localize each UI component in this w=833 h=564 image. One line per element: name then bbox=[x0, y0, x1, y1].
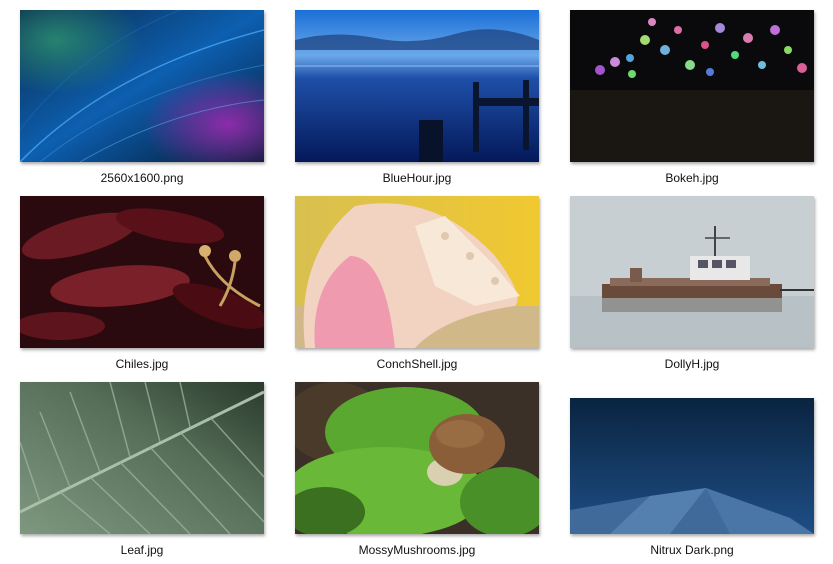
wallpaper-thumbnail[interactable] bbox=[20, 10, 264, 162]
wallpaper-item-bokeh[interactable]: Bokeh.jpg bbox=[570, 10, 814, 185]
wallpaper-filename: Chiles.jpg bbox=[115, 357, 169, 371]
wallpaper-thumbnail[interactable] bbox=[20, 382, 264, 534]
wallpaper-filename: MossyMushrooms.jpg bbox=[358, 543, 476, 557]
wallpaper-item-2560x1600[interactable]: 2560x1600.png bbox=[20, 10, 264, 185]
wallpaper-filename: Bokeh.jpg bbox=[665, 171, 719, 185]
wallpaper-thumbnail[interactable] bbox=[20, 196, 264, 348]
wallpaper-item-dollyh[interactable]: DollyH.jpg bbox=[570, 196, 814, 371]
wallpaper-thumbnail[interactable] bbox=[570, 196, 814, 348]
wallpaper-item-mossymushrooms[interactable]: MossyMushrooms.jpg bbox=[295, 382, 539, 557]
wallpaper-item-nitrux-dark[interactable]: Nitrux Dark.png bbox=[570, 398, 814, 557]
wallpaper-item-bluehour[interactable]: BlueHour.jpg bbox=[295, 10, 539, 185]
wallpaper-filename: 2560x1600.png bbox=[100, 171, 184, 185]
wallpaper-thumbnail[interactable] bbox=[295, 382, 539, 534]
wallpaper-item-chiles[interactable]: Chiles.jpg bbox=[20, 196, 264, 371]
wallpaper-filename: Leaf.jpg bbox=[120, 543, 164, 557]
wallpaper-thumbnail[interactable] bbox=[570, 398, 814, 534]
wallpaper-filename: Nitrux Dark.png bbox=[650, 543, 734, 557]
wallpaper-item-conchshell[interactable]: ConchShell.jpg bbox=[295, 196, 539, 371]
wallpaper-thumbnail[interactable] bbox=[570, 10, 814, 162]
wallpaper-thumbnail[interactable] bbox=[295, 196, 539, 348]
wallpaper-item-leaf[interactable]: Leaf.jpg bbox=[20, 382, 264, 557]
wallpaper-thumbnail[interactable] bbox=[295, 10, 539, 162]
wallpaper-filename: BlueHour.jpg bbox=[382, 171, 452, 185]
wallpaper-filename: ConchShell.jpg bbox=[376, 357, 458, 371]
wallpaper-filename: DollyH.jpg bbox=[664, 357, 720, 371]
